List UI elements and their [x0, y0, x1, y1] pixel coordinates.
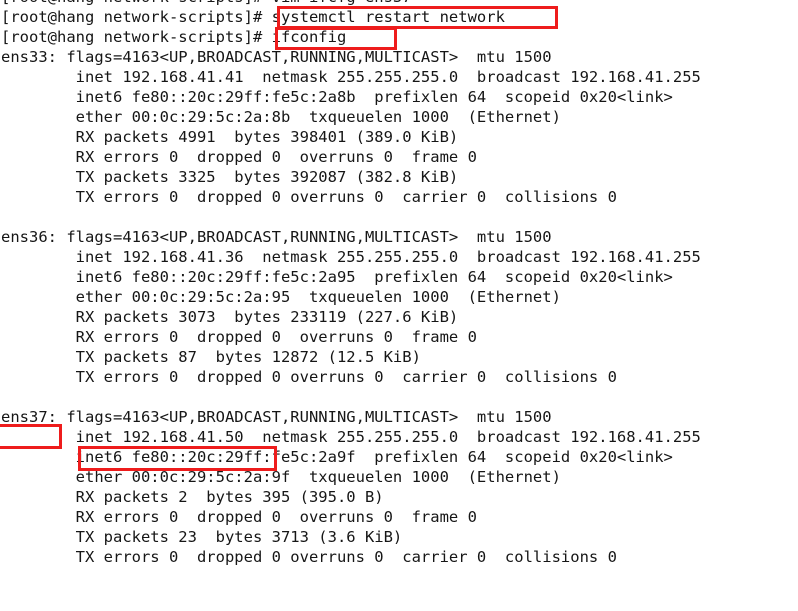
- terminal-line: RX packets 2 bytes 395 (395.0 B): [1, 488, 384, 506]
- terminal-line: RX errors 0 dropped 0 overruns 0 frame 0: [1, 508, 477, 526]
- terminal-line: TX errors 0 dropped 0 overruns 0 carrier…: [1, 188, 617, 206]
- terminal-window: [root@hang network-scripts]# vim ifcfg-e…: [0, 0, 798, 611]
- terminal-line: ens37: flags=4163<UP,BROADCAST,RUNNING,M…: [1, 408, 552, 426]
- terminal-line: TX errors 0 dropped 0 overruns 0 carrier…: [1, 548, 617, 566]
- terminal-line: RX errors 0 dropped 0 overruns 0 frame 0: [1, 148, 477, 166]
- terminal-line: RX packets 3073 bytes 233119 (227.6 KiB): [1, 308, 459, 326]
- terminal-line: inet 192.168.41.50 netmask 255.255.255.0…: [1, 428, 701, 446]
- terminal-line: TX errors 0 dropped 0 overruns 0 carrier…: [1, 368, 617, 386]
- terminal-line: ether 00:0c:29:5c:2a:8b txqueuelen 1000 …: [1, 108, 561, 126]
- terminal-line: inet6 fe80::20c:29ff:fe5c:2a9f prefixlen…: [1, 448, 673, 466]
- terminal-line: [root@hang network-scripts]# ifconfig: [1, 28, 347, 46]
- terminal-line: ens33: flags=4163<UP,BROADCAST,RUNNING,M…: [1, 48, 552, 66]
- terminal-line: ens36: flags=4163<UP,BROADCAST,RUNNING,M…: [1, 228, 552, 246]
- terminal-line: ether 00:0c:29:5c:2a:9f txqueuelen 1000 …: [1, 468, 561, 486]
- terminal-line: inet 192.168.41.41 netmask 255.255.255.0…: [1, 68, 701, 86]
- terminal-line: ether 00:0c:29:5c:2a:95 txqueuelen 1000 …: [1, 288, 561, 306]
- terminal-line: TX packets 23 bytes 3713 (3.6 KiB): [1, 528, 403, 546]
- terminal-line: inet6 fe80::20c:29ff:fe5c:2a8b prefixlen…: [1, 88, 673, 106]
- terminal-line: RX packets 4991 bytes 398401 (389.0 KiB): [1, 128, 459, 146]
- terminal-line: [root@hang network-scripts]# systemctl r…: [1, 8, 505, 26]
- terminal-line: inet6 fe80::20c:29ff:fe5c:2a95 prefixlen…: [1, 268, 673, 286]
- terminal-line: TX packets 87 bytes 12872 (12.5 KiB): [1, 348, 421, 366]
- terminal-line: RX errors 0 dropped 0 overruns 0 frame 0: [1, 328, 477, 346]
- terminal-line: [root@hang network-scripts]# vim ifcfg-e…: [0, 0, 798, 7]
- terminal-output: [root@hang network-scripts]# vim ifcfg-e…: [0, 0, 798, 567]
- terminal-line: inet 192.168.41.36 netmask 255.255.255.0…: [1, 248, 701, 266]
- terminal-line: TX packets 3325 bytes 392087 (382.8 KiB): [1, 168, 459, 186]
